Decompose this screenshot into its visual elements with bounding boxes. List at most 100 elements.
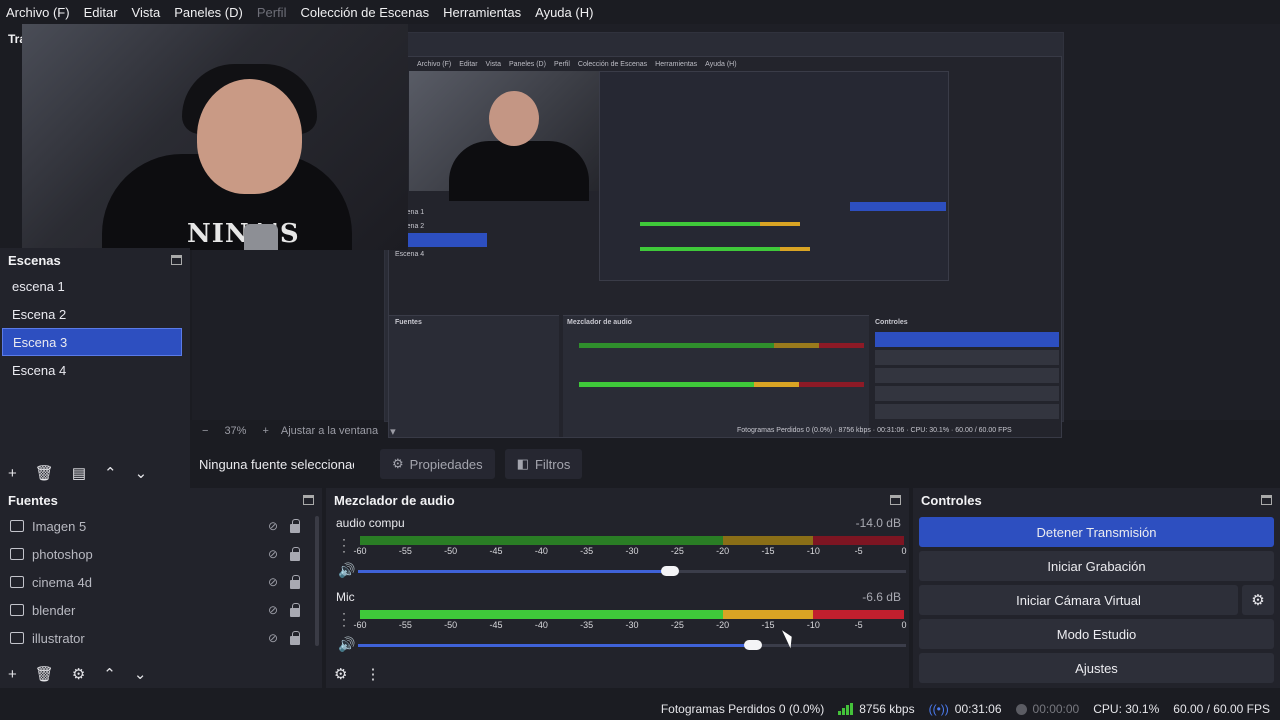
lock-icon[interactable]: [290, 547, 300, 561]
undock-icon[interactable]: [890, 495, 901, 505]
stop-stream-button[interactable]: Detener Transmisión: [919, 517, 1274, 547]
properties-button[interactable]: ⚙ Propiedades: [380, 449, 495, 479]
filters-button[interactable]: ◧ Filtros: [504, 449, 583, 479]
add-icon[interactable]: +: [8, 465, 17, 482]
menu-dots-icon[interactable]: ⋮: [365, 665, 380, 683]
nested-obs-capture: Archivo (F) Editar Vista Paneles (D) Perfil C…: [388, 56, 1062, 438]
advanced-audio-icon[interactable]: ⚙: [334, 665, 347, 683]
volume-slider-thumb[interactable]: [743, 640, 762, 650]
microphone: [244, 224, 278, 250]
move-down-icon[interactable]: ⌄: [134, 665, 147, 683]
start-recording-button[interactable]: Iniciar Grabación: [919, 551, 1274, 581]
scale-tick-label: -45: [489, 546, 503, 556]
hidden-eye-icon[interactable]: ⊘: [268, 519, 278, 533]
fit-window-label[interactable]: Ajustar a la ventana: [281, 425, 378, 437]
gear-icon[interactable]: ⚙: [72, 665, 85, 683]
sources-dock: Fuentes Imagen 5 ⊘ photoshop ⊘ cinema 4d ⊘ …: [0, 488, 322, 688]
scene-item[interactable]: escena 1: [2, 272, 182, 300]
volume-slider[interactable]: [358, 566, 906, 576]
source-item[interactable]: blender ⊘: [0, 596, 308, 624]
sources-scrollbar[interactable]: [315, 516, 319, 646]
channel-menu-icon[interactable]: · · ·: [342, 533, 348, 557]
bitrate-item: 8756 kbps: [838, 702, 915, 716]
nested-scene-active: [407, 233, 487, 247]
trash-icon[interactable]: 🗑: [35, 665, 54, 683]
no-source-label: Ninguna fuente seleccionada: [199, 456, 354, 472]
menu-vista[interactable]: Vista: [132, 5, 161, 20]
zoom-in-button[interactable]: +: [262, 425, 268, 437]
channel-db: -14.0 dB: [855, 516, 901, 530]
channel-menu-icon[interactable]: · · ·: [342, 607, 348, 631]
window-icon: [10, 576, 24, 588]
move-up-icon[interactable]: ⌃: [104, 464, 117, 482]
menu-perfil[interactable]: Perfil: [257, 5, 287, 20]
lock-icon[interactable]: [290, 575, 300, 589]
stream-time-item: ((•)) 00:31:06: [929, 702, 1002, 716]
hidden-eye-icon[interactable]: ⊘: [268, 547, 278, 561]
scale-tick-label: -30: [625, 546, 639, 556]
menu-coleccion-escenas[interactable]: Colección de Escenas: [300, 5, 429, 20]
start-virtual-camera-button[interactable]: Iniciar Cámara Virtual: [919, 585, 1238, 615]
undock-icon[interactable]: [171, 255, 182, 265]
add-icon[interactable]: +: [8, 666, 17, 683]
cpu-usage: CPU: 30.1%: [1093, 702, 1160, 716]
move-up-icon[interactable]: ⌃: [103, 665, 116, 683]
scene-item[interactable]: Escena 4: [2, 356, 182, 384]
lock-icon[interactable]: [290, 603, 300, 617]
meter-scale: -60 -55 -50 -45 -40 -35 -30 -25 -20 -15 -10 -5 0: [353, 620, 906, 632]
scenes-dock: Escenas escena 1 Escena 2 Escena 3 Escen…: [0, 248, 190, 488]
lock-icon[interactable]: [290, 631, 300, 645]
scale-tick-label: -35: [580, 546, 594, 556]
lock-icon[interactable]: [290, 519, 300, 533]
controls-title: Controles: [913, 488, 1280, 512]
scale-tick-label: -60: [353, 620, 367, 630]
menu-ayuda[interactable]: Ayuda (H): [535, 5, 593, 20]
volume-slider-thumb[interactable]: [661, 566, 680, 576]
volume-slider[interactable]: [358, 640, 906, 650]
zoom-dropdown-icon[interactable]: ▾: [390, 425, 396, 438]
bitrate: 8756 kbps: [859, 702, 915, 716]
settings-button[interactable]: Ajustes: [919, 653, 1274, 683]
speaker-icon[interactable]: 🔊: [338, 636, 355, 653]
studio-mode-button[interactable]: Modo Estudio: [919, 619, 1274, 649]
mixer-title-label: Mezclador de audio: [334, 492, 455, 508]
scale-tick-label: -30: [625, 620, 639, 630]
hidden-eye-icon[interactable]: ⊘: [268, 603, 278, 617]
scale-tick-label: -50: [444, 546, 458, 556]
undock-icon[interactable]: [303, 495, 314, 505]
menu-editar[interactable]: Editar: [84, 5, 118, 20]
source-label: photoshop: [32, 546, 93, 562]
audio-mixer-dock: Mezclador de audio audio compu -14.0 dB …: [326, 488, 909, 688]
filters-label: Filtros: [534, 456, 571, 472]
nested-menu: Archivo (F) Editar Vista Paneles (D) Perfil C…: [417, 60, 737, 68]
filter-icon[interactable]: ▤: [72, 464, 86, 482]
zoom-out-button[interactable]: −: [202, 425, 208, 437]
scene-item[interactable]: Escena 2: [2, 300, 182, 328]
stream-time: 00:31:06: [954, 702, 1002, 716]
source-item[interactable]: cinema 4d ⊘: [0, 568, 308, 596]
move-down-icon[interactable]: ⌄: [135, 464, 148, 482]
record-time: 00:00:00: [1032, 702, 1080, 716]
source-item[interactable]: Imagen 5 ⊘: [0, 512, 308, 540]
menu-archivo[interactable]: Archivo (F): [6, 5, 70, 20]
source-item[interactable]: illustrator ⊘: [0, 624, 308, 652]
source-toolbar: Ninguna fuente seleccionada ⚙ Propiedades…: [192, 448, 1280, 480]
nested-webcam: [409, 71, 605, 201]
source-label: Imagen 5: [32, 518, 87, 534]
scenes-toolbar: + 🗑 ▤ ⌃ ⌄: [0, 458, 190, 488]
trash-icon[interactable]: 🗑: [35, 464, 54, 482]
filter-icon: ◧: [516, 456, 529, 471]
source-item[interactable]: photoshop ⊘: [0, 540, 308, 568]
virtual-camera-settings-icon[interactable]: ⚙: [1242, 585, 1274, 615]
menu-paneles[interactable]: Paneles (D): [174, 5, 243, 20]
nested-stop-button: [875, 332, 1059, 347]
hidden-eye-icon[interactable]: ⊘: [268, 575, 278, 589]
scale-tick-label: -55: [398, 546, 412, 556]
scale-tick-label: -45: [489, 620, 503, 630]
scene-item-active[interactable]: Escena 3: [2, 328, 182, 356]
speaker-icon[interactable]: 🔊: [338, 562, 355, 579]
hidden-eye-icon[interactable]: ⊘: [268, 631, 278, 645]
menu-herramientas[interactable]: Herramientas: [443, 5, 521, 20]
zoom-value: 37%: [224, 425, 247, 437]
undock-icon[interactable]: [1261, 495, 1272, 505]
